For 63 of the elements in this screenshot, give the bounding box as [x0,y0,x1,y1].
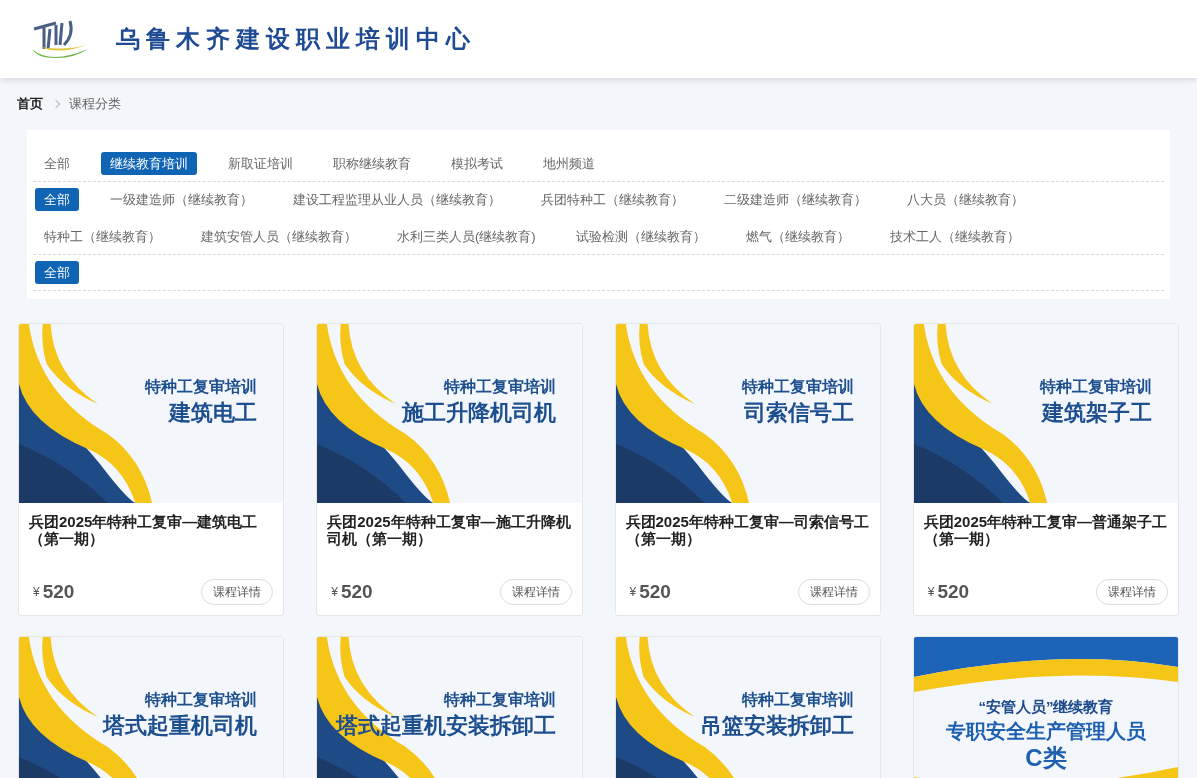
filter-tab[interactable]: 特种工（继续教育） [35,225,170,248]
course-title[interactable]: 兵团2025年特种工复审—普通架子工（第一期） [923,513,1168,547]
course-card[interactable]: 特种工复审培训 建筑架子工 兵团2025年特种工复审—普通架子工（第一期） ¥520 课程详情 [912,323,1179,616]
course-card[interactable]: 特种工复审培训 塔式起重机司机 [18,636,285,778]
breadcrumb-link[interactable]: 课程分类 [69,94,121,114]
banner-text: 特种工复审培训 [741,690,854,710]
course-card[interactable]: 特种工复审培训 吊篮安装拆卸工 [614,636,881,778]
course-price: 520 [937,581,970,603]
banner-text: 塔式起重机安装拆卸工 [335,712,556,740]
banner-text: 特种工复审培训 [443,377,556,397]
banner-text: 施工升降机司机 [401,399,556,427]
filter-tab[interactable]: 试验检测（继续教育） [566,225,715,248]
banner-text: 司索信号工 [743,399,854,427]
currency-symbol: ¥ [331,584,338,601]
filter-tab[interactable]: 兵团特种工（继续教育） [532,188,693,211]
course-card[interactable]: 特种工复审培训 司索信号工 兵团2025年特种工复审—司索信号工（第一期） ¥520 课程详情 [614,323,881,616]
currency-symbol: ¥ [927,584,935,601]
filter-tab[interactable]: 燃气（继续教育） [736,225,859,248]
filter-tab[interactable]: 全部 [35,152,79,175]
filter-tab[interactable]: 技术工人（继续教育） [880,225,1029,248]
banner-text: 特种工复审培训 [443,690,556,710]
course-card[interactable]: 特种工复审培训 塔式起重机安装拆卸工 [316,636,583,778]
banner-text: 特种工复审培训 [145,377,258,397]
filter-tab[interactable]: 二级建造师（继续教育） [715,188,876,211]
filter-tab[interactable]: 建设工程监理从业人员（继续教育） [284,188,510,211]
course-details-button[interactable]: 课程详情 [201,579,274,605]
course-price: 520 [340,581,373,603]
filter-tab[interactable]: 一级建造师（继续教育） [101,188,262,211]
site-title: 乌鲁木齐建设职业培训中心 [116,23,476,55]
banner-text: 特种工复审培训 [1040,377,1152,397]
course-price: 520 [42,581,75,603]
currency-symbol: ¥ [33,584,40,601]
course-details-button[interactable]: 课程详情 [797,579,870,605]
banner-text: C类 [1025,745,1067,771]
filter-tab[interactable]: 模拟考试 [442,152,512,175]
banner-text: 特种工复审培训 [741,377,854,397]
currency-symbol: ¥ [629,584,637,601]
filter-tab[interactable]: 水利三类人员(继续教育) [388,225,545,248]
filter-tab[interactable]: 全部 [35,188,79,211]
banner-text: 塔式起重机司机 [103,712,258,740]
course-details-button[interactable]: 课程详情 [499,579,572,605]
banner-text: 特种工复审培训 [145,690,258,710]
banner-text: 专职安全生产管理人员 [945,719,1146,744]
banner-text: 建筑架子工 [1042,399,1152,427]
filter-tab[interactable]: 全部 [35,261,79,284]
course-price: 520 [639,581,671,603]
course-card[interactable]: 特种工复审培训 施工升降机司机 兵团2025年特种工复审—施工升降机司机（第一期） ¥520 课程详情 [316,323,583,616]
banner-text: “安管人员”继续教育 [978,697,1114,717]
course-card[interactable]: 特种工复审培训 建筑电工 兵团2025年特种工复审—建筑电工（第一期） ¥520 课程详情 [18,323,285,616]
banner-text: 建筑电工 [169,399,258,427]
filter-tab[interactable]: 职称继续教育 [324,152,420,175]
filter-tab[interactable]: 继续教育培训 [101,152,197,175]
course-details-button[interactable]: 课程详情 [1096,579,1168,605]
course-card[interactable]: “安管人员”继续教育 专职安全生产管理人员 C类 [912,636,1179,778]
banner-text: 吊篮安装拆卸工 [699,712,854,740]
course-title[interactable]: 兵团2025年特种工复审—建筑电工（第一期） [29,513,274,547]
course-title[interactable]: 兵团2025年特种工复审—施工升降机司机（第一期） [327,513,572,547]
course-title[interactable]: 兵团2025年特种工复审—司索信号工（第一期） [625,513,870,547]
filter-tab[interactable]: 新取证培训 [219,152,302,175]
filter-tab[interactable]: 建筑安管人员（继续教育） [192,225,366,248]
filter-tab[interactable]: 地州频道 [534,152,604,175]
breadcrumb-link[interactable]: 首页 [17,94,43,114]
filter-tab[interactable]: 八大员（继续教育） [898,188,1033,211]
